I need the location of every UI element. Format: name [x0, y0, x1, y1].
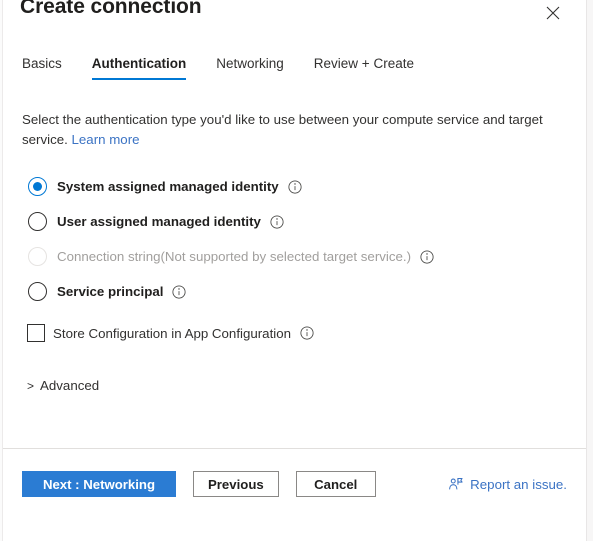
- checkbox-label: Store Configuration in App Configuration: [53, 325, 292, 341]
- store-configuration-checkbox[interactable]: Store Configuration in App Configuration: [27, 322, 567, 344]
- info-icon[interactable]: [288, 179, 302, 194]
- learn-more-link[interactable]: Learn more: [72, 132, 140, 147]
- close-icon: [546, 6, 560, 20]
- radio-mark: [28, 247, 47, 266]
- create-connection-dialog: Create connection Basics Authentication …: [0, 0, 593, 541]
- next-networking-button[interactable]: Next : Networking: [22, 471, 176, 497]
- radio-service-principal[interactable]: Service principal: [28, 281, 567, 302]
- radio-label: Connection string(Not supported by selec…: [57, 249, 412, 264]
- tab-authentication[interactable]: Authentication: [91, 52, 187, 80]
- tab-review-create[interactable]: Review + Create: [314, 52, 414, 80]
- info-icon[interactable]: [172, 284, 186, 299]
- tab-basics[interactable]: Basics: [22, 52, 62, 80]
- radio-mark: [28, 177, 47, 196]
- radio-system-assigned-managed-identity[interactable]: System assigned managed identity: [28, 176, 567, 197]
- close-button[interactable]: [540, 0, 566, 26]
- checkbox-mark: [27, 324, 45, 342]
- tab-label: Networking: [216, 56, 284, 71]
- footer-actions: Next : Networking Previous Cancel Report…: [22, 471, 567, 497]
- cancel-button[interactable]: Cancel: [295, 471, 376, 497]
- info-icon[interactable]: [300, 326, 314, 340]
- tab-label: Basics: [22, 56, 62, 71]
- dialog-body: Select the authentication type you'd lik…: [3, 92, 586, 448]
- tab-label: Authentication: [91, 56, 187, 71]
- radio-mark: [28, 282, 47, 301]
- advanced-label: Advanced: [40, 378, 100, 393]
- tab-networking[interactable]: Networking: [216, 52, 284, 80]
- radio-label: Service principal: [57, 284, 164, 299]
- radio-connection-string: Connection string(Not supported by selec…: [28, 246, 567, 267]
- chevron-right-icon: >: [27, 378, 35, 393]
- info-icon[interactable]: [270, 214, 284, 229]
- feedback-person-icon: [448, 477, 463, 492]
- radio-mark: [28, 212, 47, 231]
- blade-panel: Create connection Basics Authentication …: [3, 0, 586, 541]
- authentication-type-radio-group: System assigned managed identity User as…: [28, 176, 567, 302]
- wizard-tabs: Basics Authentication Networking Review …: [3, 52, 586, 92]
- dialog-header: Create connection: [3, 0, 586, 52]
- report-an-issue-link[interactable]: Report an issue.: [448, 477, 567, 492]
- radio-user-assigned-managed-identity[interactable]: User assigned managed identity: [28, 211, 567, 232]
- previous-button[interactable]: Previous: [193, 471, 279, 497]
- report-an-issue-label: Report an issue.: [470, 476, 567, 492]
- blade-right-edge: [586, 0, 593, 541]
- description-text: Select the authentication type you'd lik…: [22, 110, 547, 150]
- advanced-expander[interactable]: > Advanced: [27, 378, 99, 393]
- page-title: Create connection: [20, 0, 202, 18]
- dialog-footer: Next : Networking Previous Cancel Report…: [3, 449, 586, 541]
- radio-label: System assigned managed identity: [57, 179, 279, 194]
- info-icon[interactable]: [420, 249, 434, 264]
- tab-label: Review + Create: [313, 56, 414, 71]
- radio-label: User assigned managed identity: [57, 214, 261, 229]
